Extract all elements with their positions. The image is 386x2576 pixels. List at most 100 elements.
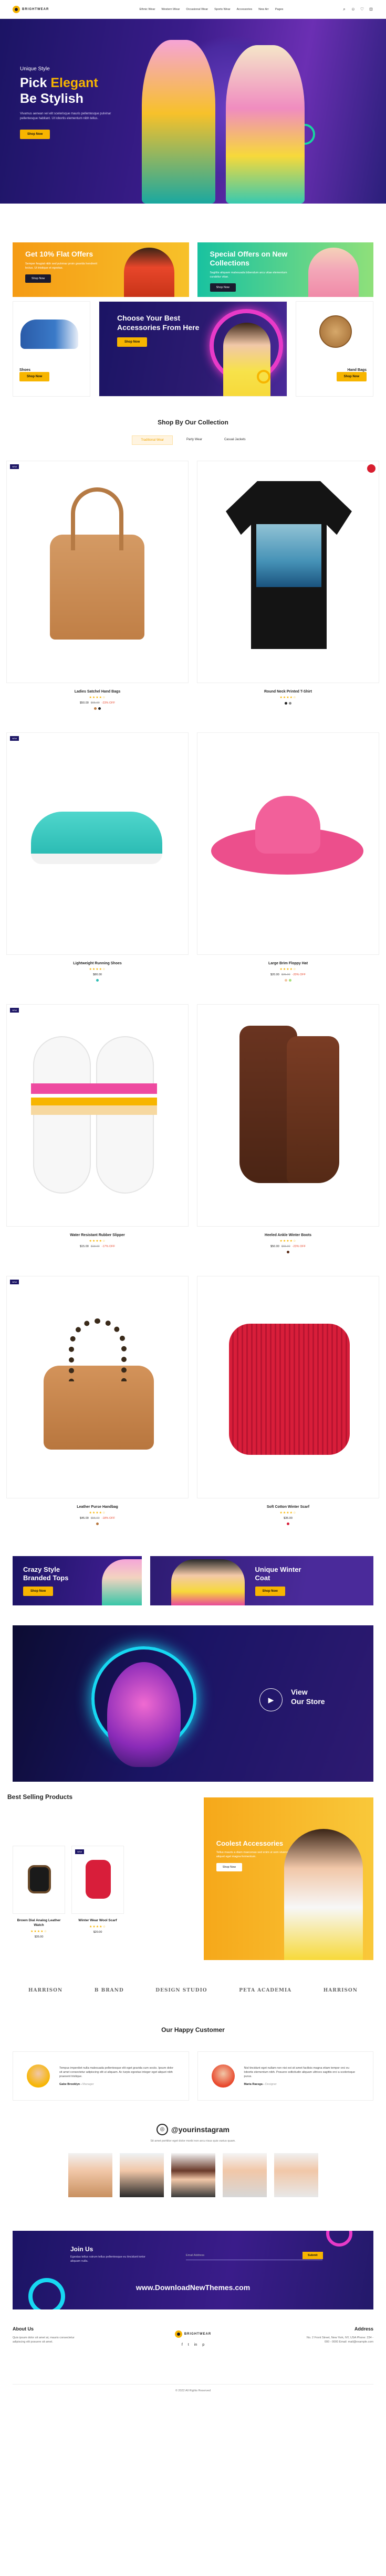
product-name[interactable]: Brown Dial Analog Leather Watch <box>13 1918 65 1928</box>
tab-traditional-wear[interactable]: Traditional Wear <box>132 435 173 445</box>
cart-icon[interactable]: ⊡ <box>369 7 373 12</box>
pinterest-icon[interactable]: p <box>202 2343 204 2347</box>
product-price: $50.00 $65.00 -23% OFF <box>197 1245 379 1248</box>
offer-shop-button[interactable]: Shop Now <box>210 283 236 292</box>
product-name[interactable]: Round Neck Printed T-Shirt <box>197 690 379 694</box>
play-icon[interactable]: ▶ <box>259 1688 283 1711</box>
testimonials-title: Our Happy Customer <box>161 2026 225 2034</box>
instagram-post[interactable] <box>222 2153 267 2197</box>
newsletter-submit-button[interactable]: Submit <box>302 2252 323 2259</box>
swatch[interactable] <box>289 979 291 982</box>
accessory-shop-button[interactable]: Shop Now <box>19 372 50 381</box>
accessory-shop-button[interactable]: Shop Now <box>336 372 367 381</box>
instagram-icon[interactable]: ◎ <box>157 2124 169 2135</box>
product-image[interactable] <box>13 1846 65 1914</box>
brand-logo[interactable]: PETA ACADEMIA <box>239 1988 291 1993</box>
scarf-shape <box>86 1860 111 1899</box>
product-image[interactable]: NEW <box>6 461 189 683</box>
nav-item[interactable]: Accessories <box>237 8 253 11</box>
swatch[interactable] <box>285 979 287 982</box>
nav-item[interactable]: Sports Wear <box>214 8 230 11</box>
brand-logo[interactable]: HARRISON <box>28 1988 62 1993</box>
brand-logo[interactable]: B BRAND <box>95 1988 124 1993</box>
facebook-icon[interactable]: f <box>182 2343 183 2347</box>
nav-item[interactable]: Western Wear <box>161 8 180 11</box>
swatch[interactable] <box>94 707 97 710</box>
product-image[interactable] <box>197 732 379 955</box>
nav-item[interactable]: Occasional Wear <box>186 8 208 11</box>
product-name[interactable]: Large Brim Floppy Hat <box>197 962 379 965</box>
product-image[interactable]: NEW <box>6 1004 189 1227</box>
swatch[interactable] <box>96 1523 99 1525</box>
product-card[interactable]: Large Brim Floppy Hat ★★★★☆ $20.00 $25.00… <box>197 732 379 997</box>
best-selling-item[interactable]: Brown Dial Analog Leather Watch ★★★★☆ $3… <box>13 1846 65 1939</box>
instagram-post[interactable] <box>119 2153 164 2197</box>
hero-shop-button[interactable]: Shop Now <box>20 130 50 139</box>
search-icon[interactable]: ⌕ <box>342 7 347 12</box>
tab-party-wear[interactable]: Party Wear <box>178 435 211 445</box>
product-image[interactable] <box>197 1276 379 1498</box>
brand-logo[interactable]: DESIGN STUDIO <box>155 1988 207 1993</box>
instagram-post[interactable] <box>274 2153 318 2197</box>
product-card[interactable]: Round Neck Printed T-Shirt ★★★★☆ <box>197 461 379 725</box>
accessory-card-shoes[interactable]: Shoes Shop Now <box>13 301 90 397</box>
nav-item[interactable]: New Arr <box>258 8 269 11</box>
video-model-image <box>107 1662 181 1767</box>
swatch[interactable] <box>285 702 287 705</box>
swatch[interactable] <box>289 702 291 705</box>
slipper-shape <box>33 1036 91 1194</box>
swatch[interactable] <box>287 1251 289 1253</box>
product-card[interactable]: NEW Lightweight Running Shoes ★★★★☆ $80.… <box>6 732 189 997</box>
newsletter-url[interactable]: www.DownloadNewThemes.com <box>13 2283 373 2292</box>
newsletter-email-field[interactable]: Email Address <box>186 2252 322 2260</box>
twitter-icon[interactable]: t <box>188 2343 189 2347</box>
accessory-card-handbags[interactable]: Hand Bags Shop Now <box>296 301 373 397</box>
promo-banner-tops[interactable]: Crazy Style Branded Tops Shop Now <box>13 1556 142 1605</box>
swatch[interactable] <box>287 1523 289 1525</box>
product-name[interactable]: Soft Cotton Winter Scarf <box>197 1505 379 1509</box>
nav-item[interactable]: Ethnic Wear <box>140 8 155 11</box>
accessory-banner-button[interactable]: Shop Now <box>117 337 148 347</box>
offer-banner-collection[interactable]: Special Offers on New Collections Sagitt… <box>197 242 373 297</box>
product-name[interactable]: Heeled Ankle Winter Boots <box>197 1233 379 1237</box>
heart-icon[interactable]: ♡ <box>360 7 364 12</box>
new-badge: NEW <box>75 1849 85 1854</box>
footer-logo[interactable]: BRIGHTWEAR <box>174 2330 211 2338</box>
nav-item[interactable]: Pages <box>275 8 284 11</box>
product-card[interactable]: NEW Ladies Satchel Hand Bags ★★★★☆ $50.0… <box>6 461 189 725</box>
video-caption-line: Our Store <box>291 1697 325 1706</box>
product-card[interactable]: Heeled Ankle Winter Boots ★★★★☆ $50.00 $6… <box>197 1004 379 1269</box>
brand-logo[interactable]: HARRISON <box>324 1988 358 1993</box>
instagram-handle[interactable]: @yourinstagram <box>171 2125 229 2134</box>
accessories-promo-button[interactable]: Shop Now <box>216 1863 243 1871</box>
swatch[interactable] <box>98 707 101 710</box>
product-name[interactable]: Ladies Satchel Hand Bags <box>6 690 189 694</box>
logo[interactable]: BRIGHTWEAR <box>13 5 91 13</box>
linkedin-icon[interactable]: in <box>194 2343 197 2347</box>
product-name[interactable]: Winter Wear Wool Scarf <box>71 1918 124 1923</box>
product-card[interactable]: NEW Water Resistant Rubber Slipper ★★★★☆… <box>6 1004 189 1269</box>
offer-shop-button[interactable]: Shop Now <box>25 274 51 283</box>
instagram-post[interactable] <box>171 2153 215 2197</box>
product-card[interactable]: NEW Leather Purse Handbag ★★★★☆ $45.00 $5… <box>6 1276 189 1540</box>
product-image[interactable] <box>197 461 379 683</box>
product-card[interactable]: Soft Cotton Winter Scarf ★★★★☆ $35.00 <box>197 1276 379 1540</box>
promo-shop-button[interactable]: Shop Now <box>255 1587 285 1596</box>
swatch[interactable] <box>96 979 99 982</box>
user-icon[interactable]: ☺ <box>351 7 356 12</box>
promo-banner-coat[interactable]: Unique Winter Coat Shop Now <box>150 1556 373 1605</box>
tab-casual-jackets[interactable]: Casual Jackets <box>216 435 254 445</box>
instagram-post[interactable] <box>68 2153 112 2197</box>
author-role: Designer <box>265 2083 277 2086</box>
product-rating: ★★★★☆ <box>89 968 106 971</box>
product-image[interactable]: NEW <box>71 1846 124 1914</box>
product-image[interactable] <box>197 1004 379 1227</box>
product-image[interactable]: NEW <box>6 1276 189 1498</box>
promo-shop-button[interactable]: Shop Now <box>23 1587 54 1596</box>
best-selling-item[interactable]: NEW Winter Wear Wool Scarf ★★★★☆ $20.00 <box>71 1846 124 1939</box>
offer-banner-flat[interactable]: Get 10% Flat Offers Semper feugiat nibh … <box>13 242 189 297</box>
product-name[interactable]: Leather Purse Handbag <box>6 1505 189 1509</box>
product-name[interactable]: Lightweight Running Shoes <box>6 962 189 965</box>
product-image[interactable]: NEW <box>6 732 189 955</box>
product-name[interactable]: Water Resistant Rubber Slipper <box>6 1233 189 1237</box>
